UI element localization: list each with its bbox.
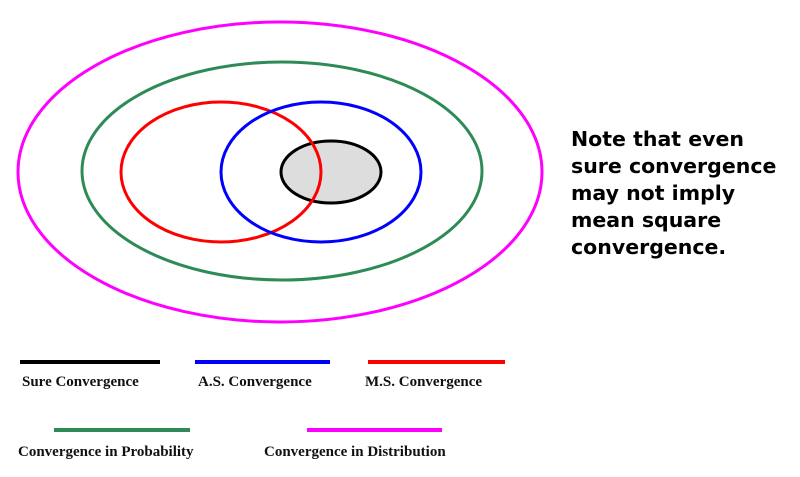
legend-label-ms: M.S. Convergence: [365, 374, 483, 390]
legend-line-probability: [54, 428, 190, 432]
note-line: mean square: [571, 208, 722, 232]
legend-label-probability: Convergence in Probability: [18, 444, 194, 460]
note-text: Note that even sure convergence may not …: [571, 126, 800, 261]
legend-line-ms: [368, 360, 505, 364]
legend-line-as: [195, 360, 330, 364]
note-line: Note that even: [571, 127, 745, 151]
note-line: convergence.: [571, 235, 727, 259]
legend-line-distribution: [307, 428, 442, 432]
legend-label-sure: Sure Convergence: [22, 374, 139, 390]
legend-label-distribution: Convergence in Distribution: [264, 444, 446, 460]
note-line: sure convergence: [571, 154, 777, 178]
convergence-diagram: Note that even sure convergence may not …: [0, 0, 800, 477]
note-line: may not imply: [571, 181, 736, 205]
legend-line-sure: [20, 360, 160, 364]
sure-ellipse: [279, 139, 383, 205]
legend-label-as: A.S. Convergence: [198, 374, 312, 390]
